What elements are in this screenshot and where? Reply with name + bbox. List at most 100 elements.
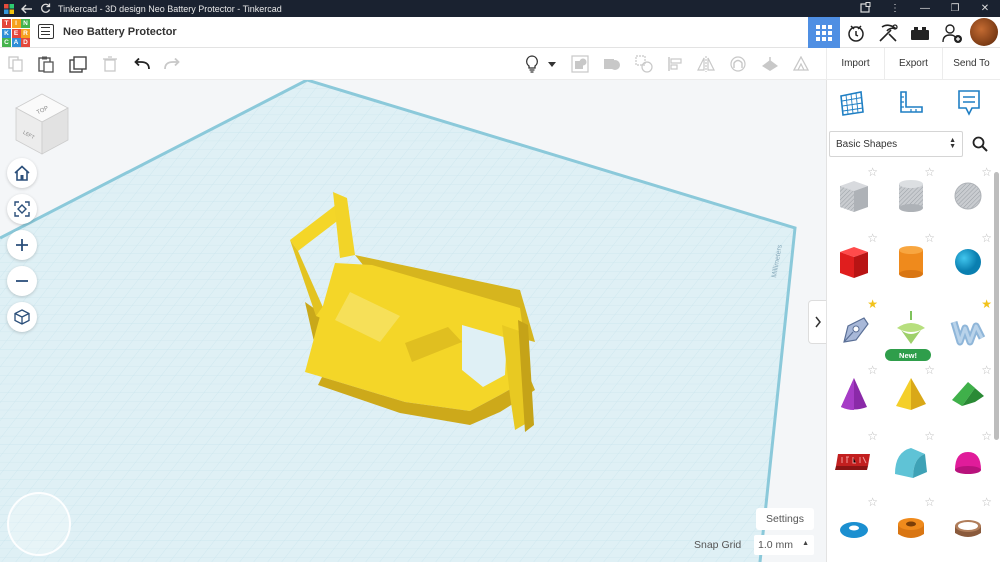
import-button[interactable]: Import <box>827 48 885 79</box>
caret-up-icon: ▲ <box>802 540 809 547</box>
close-button[interactable]: ✕ <box>970 3 1000 14</box>
shape-panel-scrollbar[interactable] <box>994 172 999 440</box>
view-cube[interactable]: TOP LEFT <box>12 92 72 161</box>
tube-icon <box>898 518 924 538</box>
shape-sphere[interactable]: ☆ <box>941 230 995 294</box>
panel-collapse-button[interactable] <box>808 300 826 344</box>
group-icon[interactable] <box>570 54 590 74</box>
lego-brick-icon[interactable] <box>904 17 936 48</box>
pyramid-icon <box>896 378 926 410</box>
shape-ring[interactable]: ☆ <box>941 494 995 558</box>
tinkercad-logo[interactable]: T I N K E R C A D <box>2 19 30 47</box>
shape-text-red[interactable]: ☆ <box>827 428 881 492</box>
orbit-joystick[interactable] <box>7 492 71 556</box>
cylinder-hole-icon <box>899 180 923 212</box>
text-3d-icon <box>835 454 870 470</box>
align-icon[interactable] <box>666 54 686 74</box>
extensions-icon[interactable] <box>850 1 880 16</box>
shape-torus[interactable]: ☆ <box>827 494 881 558</box>
window-titlebar: Tinkercad - 3D design Neo Battery Protec… <box>0 0 1000 17</box>
solid-shape-icon[interactable] <box>602 54 622 74</box>
window-title: Tinkercad - 3D design Neo Battery Protec… <box>58 3 282 14</box>
shape-scribble[interactable]: ★ <box>827 296 881 360</box>
logo-letter: D <box>21 38 30 47</box>
shape-sphere-hole[interactable]: ☆ <box>941 164 995 228</box>
undo-icon[interactable] <box>132 54 152 74</box>
home-icon <box>14 165 30 181</box>
minimize-button[interactable]: — <box>910 3 940 14</box>
3d-view-grid-icon[interactable] <box>808 17 840 48</box>
shape-paraboloid[interactable]: ☆ <box>941 428 995 492</box>
delete-icon[interactable] <box>100 54 120 74</box>
shape-box-hole[interactable]: ☆ <box>827 164 881 228</box>
zoom-out-button[interactable] <box>7 266 37 296</box>
redo-icon[interactable] <box>162 54 182 74</box>
search-button[interactable] <box>967 131 993 157</box>
shape-pyramid[interactable]: ☆ <box>884 362 938 426</box>
codeblocks-icon[interactable] <box>840 17 872 48</box>
lightbulb-icon[interactable] <box>522 54 542 74</box>
ruler-icon[interactable] <box>897 88 927 118</box>
mirror-icon[interactable] <box>696 54 716 74</box>
logo-letter: C <box>2 38 11 47</box>
chevron-down-icon[interactable] <box>546 54 558 74</box>
shape-text[interactable]: ★ <box>941 296 995 360</box>
cone-icon <box>841 378 867 410</box>
logo-letter: I <box>11 19 21 28</box>
search-icon <box>972 136 988 152</box>
cruise-icon[interactable] <box>728 54 748 74</box>
snap-grid-label: Snap Grid <box>694 539 742 551</box>
snap-grid-value: 1.0 mm <box>758 539 794 551</box>
box-hole-icon <box>840 181 868 212</box>
shape-new[interactable]: New! <box>884 296 938 361</box>
app-icon <box>0 0 18 17</box>
ring-icon <box>955 520 981 537</box>
import-export-bar: Import Export Send To <box>826 48 1000 80</box>
logo-letter: K <box>2 28 11 38</box>
perspective-toggle-button[interactable] <box>7 302 37 332</box>
workplane-icon[interactable] <box>760 54 780 74</box>
shape-box[interactable]: ☆ <box>827 230 881 294</box>
snap-grid-select[interactable]: 1.0 mm ▲ <box>754 535 814 555</box>
shapes-panel: Basic Shapes ▲ ▼ ☆ ☆ ☆ ☆ ☆ ☆ ★ New! ★ ☆ … <box>826 80 1000 562</box>
zoom-in-button[interactable] <box>7 230 37 260</box>
workplane-grid-icon[interactable] <box>837 88 867 118</box>
shape-cone[interactable]: ☆ <box>827 362 881 426</box>
shape-library-selected: Basic Shapes <box>836 138 898 150</box>
sphere-hole-icon <box>954 182 982 210</box>
user-avatar[interactable] <box>970 18 998 46</box>
copy-icon[interactable] <box>6 54 26 74</box>
tools-icon[interactable] <box>872 17 904 48</box>
edit-toolbar <box>0 48 826 80</box>
minus-icon <box>16 280 28 282</box>
send-to-button[interactable]: Send To <box>943 48 1000 79</box>
half-cylinder-icon <box>895 448 927 478</box>
workplane-canvas[interactable]: Millimeters <box>0 80 826 562</box>
shape-cylinder-hole[interactable]: ☆ <box>884 164 938 228</box>
refresh-icon[interactable] <box>36 0 54 17</box>
cylinder-icon <box>899 246 923 278</box>
home-view-button[interactable] <box>7 158 37 188</box>
settings-button[interactable]: Settings <box>756 508 814 530</box>
fit-view-button[interactable] <box>7 194 37 224</box>
notes-icon[interactable] <box>955 88 985 118</box>
maximize-button[interactable]: ❐ <box>940 3 970 14</box>
hole-shape-icon[interactable] <box>634 54 654 74</box>
shape-library-select[interactable]: Basic Shapes ▲ ▼ <box>829 131 963 157</box>
ruler-tool-icon[interactable] <box>791 54 811 74</box>
spinning-top-icon <box>897 311 925 344</box>
design-list-icon[interactable] <box>38 24 54 39</box>
duplicate-icon[interactable] <box>68 54 88 74</box>
3d-viewport[interactable]: Millimeters TOP LEFT Settings Snap Grid … <box>0 80 826 562</box>
app-header: T I N K E R C A D Neo Battery Protector <box>0 17 1000 48</box>
paste-icon[interactable] <box>36 54 56 74</box>
more-options-icon[interactable]: ⋮ <box>880 3 910 14</box>
export-button[interactable]: Export <box>885 48 943 79</box>
shape-roof[interactable]: ☆ <box>941 362 995 426</box>
back-arrow-icon[interactable] <box>18 0 36 17</box>
shape-half-cylinder[interactable]: ☆ <box>884 428 938 492</box>
shape-cylinder[interactable]: ☆ <box>884 230 938 294</box>
shape-tube[interactable]: ☆ <box>884 494 938 558</box>
design-title[interactable]: Neo Battery Protector <box>63 26 177 38</box>
add-user-icon[interactable] <box>936 17 968 48</box>
